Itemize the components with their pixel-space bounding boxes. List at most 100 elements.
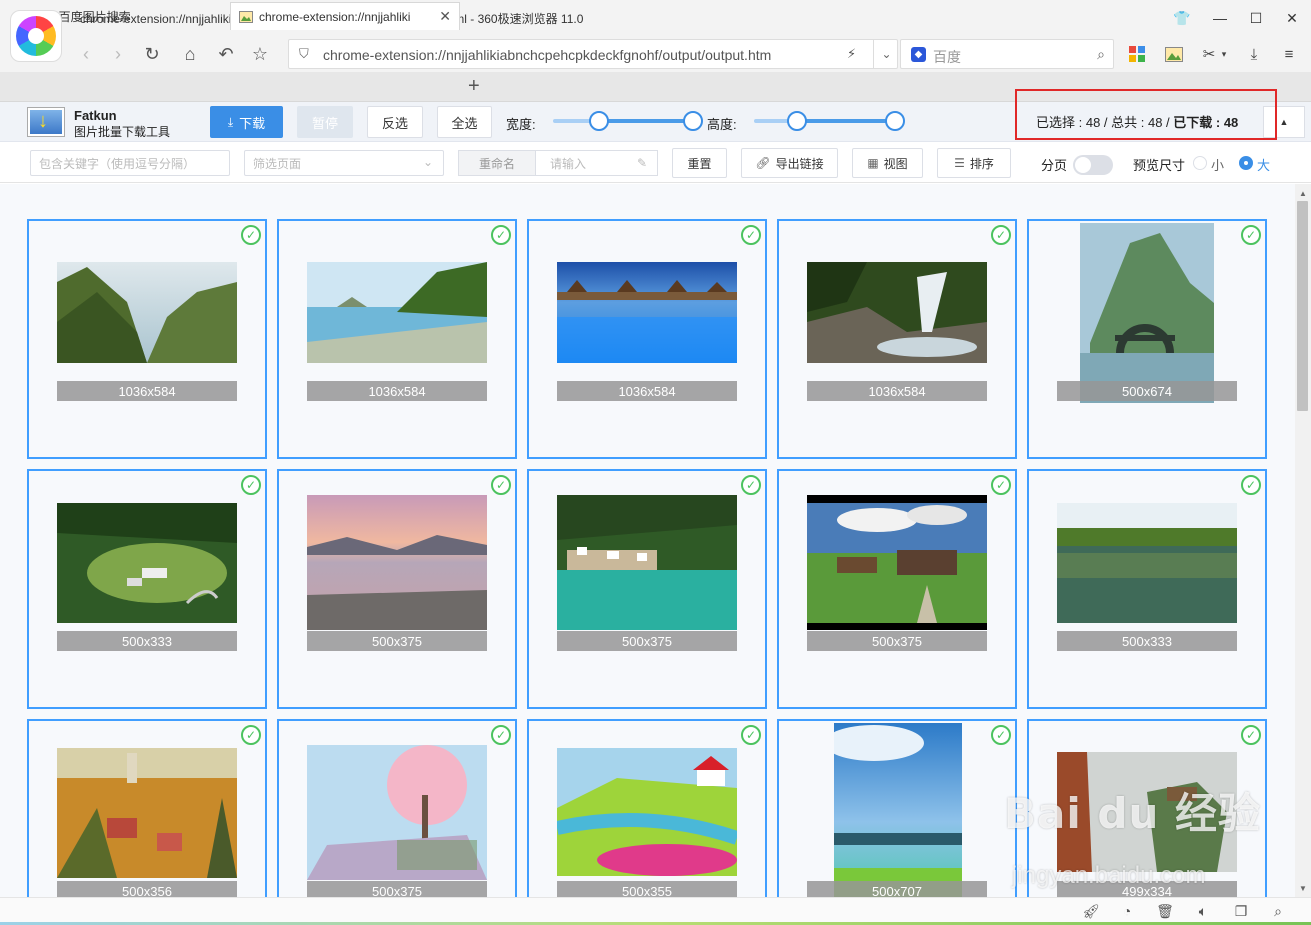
close-window-button[interactable]: ✕ [1282, 8, 1302, 28]
image-size-label: 500x356 [57, 881, 237, 897]
image-card[interactable]: ✓ 500x375 [777, 469, 1017, 709]
image-card[interactable]: ✓ 1036x584 [277, 219, 517, 459]
lightning-icon[interactable]: ⚡ [847, 46, 856, 62]
scissors-icon[interactable]: ✂ [1198, 44, 1220, 64]
search-placeholder[interactable]: 百度 [933, 47, 961, 67]
height-slider-min-handle[interactable] [787, 111, 807, 131]
image-thumbnail [557, 748, 737, 876]
export-links-button[interactable]: 🔗︎ 导出链接 [741, 148, 838, 178]
width-slider-min-handle[interactable] [589, 111, 609, 131]
checkmark-icon[interactable]: ✓ [1241, 225, 1261, 245]
address-bar[interactable]: ⛉ chrome-extension://nnjjahlikiabnchcpeh… [288, 39, 898, 69]
image-card[interactable]: ✓ 500x375 [527, 469, 767, 709]
image-card[interactable]: ✓ 500x674 [1027, 219, 1267, 459]
image-icon[interactable] [1163, 44, 1185, 64]
close-tab-icon[interactable]: ✕ [439, 8, 451, 25]
image-card[interactable]: ✓ 500x707 [777, 719, 1017, 897]
fatkun-logo-icon [28, 108, 64, 136]
pause-button[interactable]: 暂停 [297, 106, 353, 138]
image-card[interactable]: ✓ 1036x584 [527, 219, 767, 459]
image-size-label: 1036x584 [557, 381, 737, 401]
scissors-dropdown-icon[interactable]: ▾ [1218, 44, 1230, 64]
rename-input[interactable]: 请输入 ✎ [535, 150, 658, 176]
tab-extension-output[interactable]: chrome-extension://nnjjahliki ✕ [230, 2, 460, 30]
checkmark-icon[interactable]: ✓ [1241, 475, 1261, 495]
reload-icon[interactable]: ↻ [140, 42, 164, 66]
shirt-icon[interactable]: 👕 [1172, 8, 1192, 28]
forward-icon[interactable]: › [106, 42, 130, 66]
keyword-filter-input[interactable]: 包含关键字（使用逗号分隔） [30, 150, 230, 176]
home-icon[interactable]: ⌂ [178, 42, 202, 66]
pencil-icon: ✎ [636, 156, 647, 170]
checkmark-icon[interactable]: ✓ [241, 225, 261, 245]
trash-icon[interactable]: 🗑︎ [1155, 902, 1175, 920]
image-thumbnail [557, 495, 737, 630]
checkmark-icon[interactable]: ✓ [991, 725, 1011, 745]
star-icon[interactable]: ☆ [248, 42, 272, 66]
download-button[interactable]: ⤓ 下载 [210, 106, 283, 138]
checkmark-icon[interactable]: ✓ [241, 725, 261, 745]
download-icon[interactable]: ⤓ [1243, 44, 1265, 64]
vertical-scrollbar[interactable]: ▲ ▼ [1295, 184, 1311, 897]
width-slider-max-handle[interactable] [683, 111, 703, 131]
address-url[interactable]: chrome-extension://nnjjahlikiabnchcpehcp… [323, 47, 771, 63]
rocket-icon[interactable]: 🚀︎ [1081, 902, 1101, 920]
checkmark-icon[interactable]: ✓ [991, 225, 1011, 245]
browser-logo-icon[interactable] [10, 10, 62, 62]
image-card[interactable]: ✓ 500x333 [1027, 469, 1267, 709]
navigation-bar: ‹ › ↻ ⌂ ↶ ☆ ⛉ chrome-extension://nnjjahl… [0, 36, 1311, 72]
image-card[interactable]: ✓ 500x356 [27, 719, 267, 897]
back-icon[interactable]: ‹ [74, 42, 98, 66]
volume-icon[interactable]: 🔈︎ [1193, 902, 1213, 920]
preview-large-radio[interactable] [1239, 156, 1253, 170]
search-box[interactable]: ◆ 百度 ⌕ [900, 39, 1114, 69]
checkmark-icon[interactable]: ✓ [741, 225, 761, 245]
address-dropdown-icon[interactable]: ⌄ [873, 40, 899, 68]
image-card[interactable]: ✓ 1036x584 [27, 219, 267, 459]
height-slider-range[interactable] [797, 119, 895, 123]
minimize-button[interactable]: — [1210, 8, 1230, 28]
zoom-icon[interactable]: ⌕ [1268, 902, 1288, 920]
undo-icon[interactable]: ↶ [214, 42, 238, 66]
checkmark-icon[interactable]: ✓ [491, 225, 511, 245]
checkmark-icon[interactable]: ✓ [741, 725, 761, 745]
speed-icon[interactable]: ◔ [1117, 902, 1137, 920]
maximize-button[interactable]: ☐ [1246, 8, 1266, 28]
apps-grid-icon[interactable] [1126, 44, 1148, 64]
window-icon[interactable]: ❐ [1231, 902, 1251, 920]
checkmark-icon[interactable]: ✓ [491, 475, 511, 495]
menu-icon[interactable]: ≡ [1278, 44, 1300, 64]
checkmark-icon[interactable]: ✓ [741, 475, 761, 495]
new-tab-icon[interactable]: + [468, 75, 480, 98]
scrollbar-thumb[interactable] [1297, 201, 1308, 411]
view-button[interactable]: ▦ 视图 [852, 148, 923, 178]
baidu-paw-icon: ◆ [911, 47, 926, 62]
image-card[interactable]: ✓ 500x355 [527, 719, 767, 897]
image-thumbnail [57, 262, 237, 363]
image-thumbnail [307, 262, 487, 363]
scroll-up-icon[interactable]: ▲ [1295, 186, 1311, 200]
preview-small-radio[interactable] [1193, 156, 1207, 170]
scroll-down-icon[interactable]: ▼ [1295, 881, 1311, 895]
image-grid: ✓ 1036x584 ✓ 1036x584 ✓ 1036x584 ✓ 1036x… [0, 184, 1295, 897]
checkmark-icon[interactable]: ✓ [991, 475, 1011, 495]
image-card[interactable]: ✓ 500x333 [27, 469, 267, 709]
width-slider-range[interactable] [599, 119, 693, 123]
select-all-button[interactable]: 全选 [437, 106, 492, 138]
preview-large-label: 大 [1257, 158, 1271, 173]
sort-button[interactable]: ☰ 排序 [937, 148, 1011, 178]
reset-button[interactable]: 重置 [672, 148, 727, 178]
image-card[interactable]: ✓ 499x334 [1027, 719, 1267, 897]
image-card[interactable]: ✓ 1036x584 [777, 219, 1017, 459]
download-arrow-icon: ⤓ [227, 114, 234, 129]
checkmark-icon[interactable]: ✓ [241, 475, 261, 495]
invert-selection-button[interactable]: 反选 [367, 106, 423, 138]
image-card[interactable]: ✓ 500x375 [277, 469, 517, 709]
image-card[interactable]: ✓ 500x375 [277, 719, 517, 897]
paging-toggle[interactable] [1073, 155, 1113, 175]
height-slider-max-handle[interactable] [885, 111, 905, 131]
checkmark-icon[interactable]: ✓ [491, 725, 511, 745]
checkmark-icon[interactable]: ✓ [1241, 725, 1261, 745]
search-icon[interactable]: ⌕ [1097, 46, 1105, 63]
page-filter-select[interactable]: 筛选页面 ⌄ [244, 150, 444, 176]
